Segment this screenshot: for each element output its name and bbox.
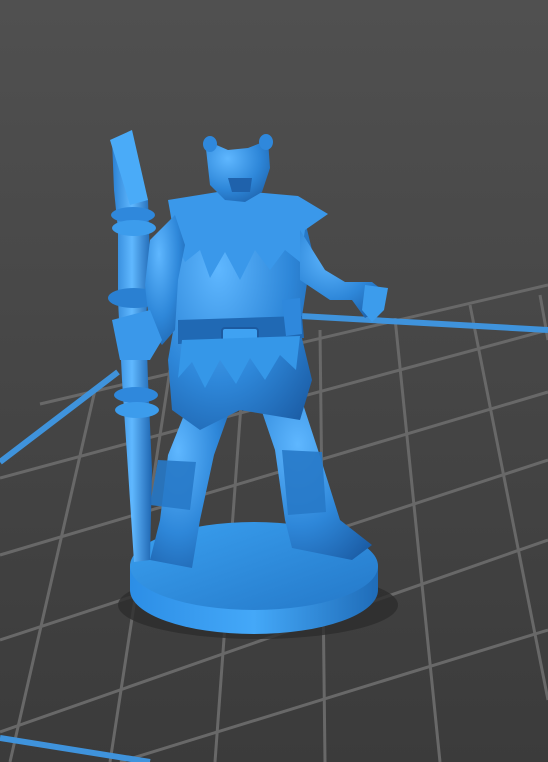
scene-canvas[interactable]	[0, 0, 548, 762]
3d-viewport[interactable]	[0, 0, 548, 762]
